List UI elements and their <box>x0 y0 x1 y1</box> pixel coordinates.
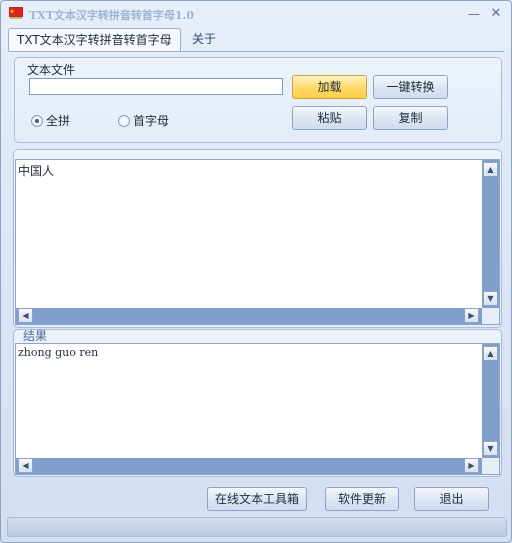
radio-first-letter-label: 首字母 <box>133 114 170 128</box>
tab-about[interactable]: 关于 <box>184 28 224 50</box>
title-bar[interactable]: TXT文本汉字转拼音转首字母1.0 — ✕ <box>1 1 511 27</box>
tab-divider <box>8 51 504 52</box>
online-tools-button[interactable]: 在线文本工具箱 <box>207 487 307 511</box>
scroll-right-icon[interactable]: ▶ <box>464 308 479 323</box>
convert-button[interactable]: 一键转换 <box>373 75 448 99</box>
scroll-corner <box>482 308 499 324</box>
app-window: TXT文本汉字转拼音转首字母1.0 — ✕ TXT文本汉字转拼音转首字母 关于 … <box>0 0 512 543</box>
close-icon[interactable]: ✕ <box>487 5 505 23</box>
file-path-input[interactable] <box>29 78 283 95</box>
scroll-up-icon[interactable]: ▲ <box>483 346 498 361</box>
window-title: TXT文本汉字转拼音转首字母1.0 <box>29 9 195 22</box>
tab-bar: TXT文本汉字转拼音转首字母 关于 <box>8 28 508 52</box>
scroll-left-icon[interactable]: ◀ <box>18 458 33 473</box>
scroll-right-icon[interactable]: ▶ <box>464 458 479 473</box>
file-group <box>14 57 502 143</box>
file-group-label: 文本文件 <box>27 63 76 77</box>
exit-button[interactable]: 退出 <box>414 487 489 511</box>
result-horizontal-scrollbar[interactable]: ◀ ▶ <box>16 458 482 474</box>
scroll-down-icon[interactable]: ▼ <box>483 291 498 306</box>
result-text: zhong guo ren <box>18 346 99 359</box>
china-flag-icon <box>9 7 23 19</box>
load-button[interactable]: 加载 <box>292 75 367 99</box>
paste-button[interactable]: 粘贴 <box>292 106 367 130</box>
scroll-left-icon[interactable]: ◀ <box>18 308 33 323</box>
result-vertical-scrollbar[interactable]: ▲ ▼ <box>482 344 499 458</box>
update-button[interactable]: 软件更新 <box>325 487 399 511</box>
source-horizontal-scrollbar[interactable]: ◀ ▶ <box>16 308 482 324</box>
source-textarea[interactable]: 中国人 ▲ ▼ ◀ ▶ <box>15 159 500 325</box>
tab-converter[interactable]: TXT文本汉字转拼音转首字母 <box>8 28 181 52</box>
result-textarea[interactable]: zhong guo ren ▲ ▼ ◀ ▶ <box>15 343 500 475</box>
scroll-down-icon[interactable]: ▼ <box>483 441 498 456</box>
scroll-up-icon[interactable]: ▲ <box>483 162 498 177</box>
copy-button[interactable]: 复制 <box>373 106 448 130</box>
source-text: 中国人 <box>18 164 55 178</box>
source-vertical-scrollbar[interactable]: ▲ ▼ <box>482 160 499 308</box>
status-bar <box>7 517 507 537</box>
radio-selected-icon[interactable] <box>31 115 43 127</box>
scroll-corner <box>482 458 499 474</box>
radio-unselected-icon[interactable] <box>118 115 130 127</box>
result-group-label: 结果 <box>23 329 48 343</box>
minimize-icon[interactable]: — <box>465 5 483 23</box>
radio-full-pinyin-label: 全拼 <box>46 114 71 128</box>
